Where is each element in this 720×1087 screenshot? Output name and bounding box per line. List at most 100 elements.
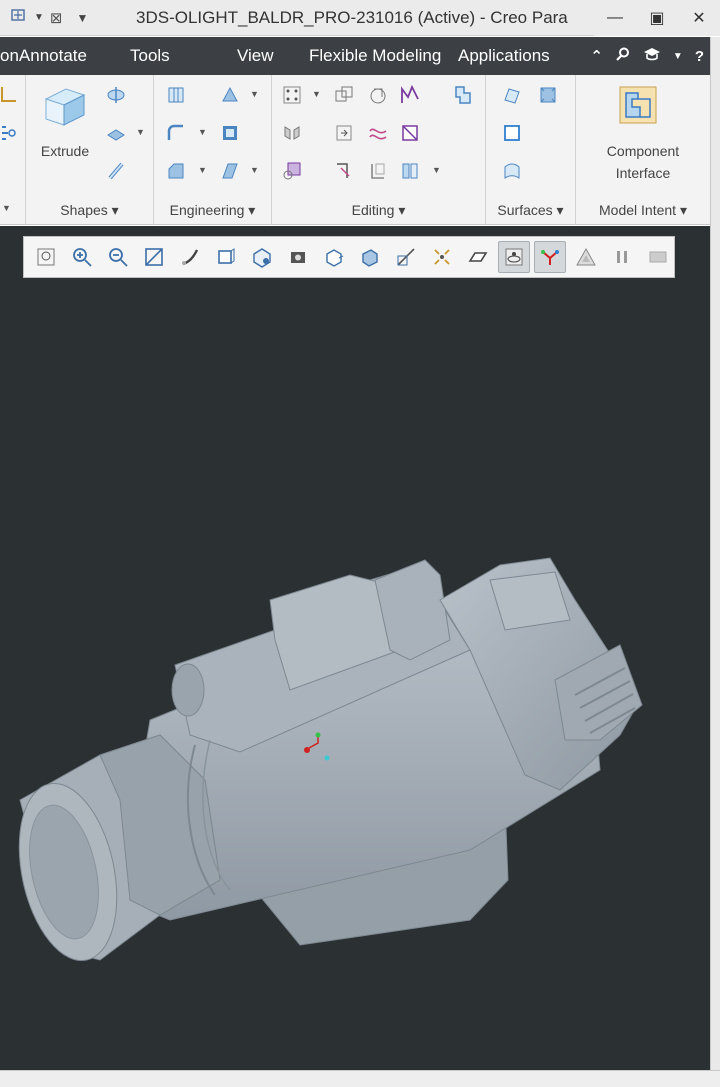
ribbon-group-surfaces: Surfaces ▾ bbox=[486, 75, 576, 225]
component-interface-label-line2[interactable]: Interface bbox=[580, 165, 706, 181]
zoom-in-icon[interactable] bbox=[66, 241, 98, 273]
camera-icon[interactable] bbox=[318, 241, 350, 273]
zoom-out-icon[interactable] bbox=[102, 241, 134, 273]
dropdown-icon[interactable]: ▼ bbox=[432, 165, 441, 175]
intersect-icon[interactable] bbox=[368, 123, 388, 143]
tab-view[interactable]: View bbox=[237, 46, 274, 66]
draft-icon[interactable] bbox=[220, 85, 240, 105]
section-icon[interactable] bbox=[354, 241, 386, 273]
close-window-icon[interactable]: ⊠ bbox=[50, 9, 63, 27]
ribbon-group-model-intent: Component Interface Model Intent ▾ bbox=[576, 75, 710, 225]
datum-display-icon[interactable] bbox=[426, 241, 458, 273]
dropdown-icon[interactable]: ▼ bbox=[2, 203, 11, 213]
display-style-icon[interactable] bbox=[282, 241, 314, 273]
freestyle-icon[interactable] bbox=[502, 161, 522, 181]
collapse-ribbon-icon[interactable]: ⌃ bbox=[590, 47, 603, 65]
group-label-model-intent[interactable]: Model Intent ▾ bbox=[576, 202, 710, 219]
extrude-icon[interactable] bbox=[40, 83, 90, 129]
refit-icon[interactable] bbox=[30, 241, 62, 273]
repaint-icon[interactable] bbox=[10, 7, 28, 28]
component-interface-label-line1[interactable]: Component bbox=[580, 143, 706, 159]
pattern-icon[interactable] bbox=[282, 85, 302, 105]
copy-geometry-icon[interactable] bbox=[334, 85, 354, 105]
extrude-button-label[interactable]: Extrude bbox=[30, 143, 100, 159]
y-axis-green bbox=[315, 732, 321, 738]
graphics-window[interactable] bbox=[0, 226, 710, 1070]
round-icon[interactable] bbox=[166, 123, 186, 143]
group-label-editing[interactable]: Editing ▾ bbox=[272, 202, 485, 219]
ribbon: ▼ Extrude ▼ Shapes ▾ ▼ ▼ ▼ ▼ Engineering… bbox=[0, 75, 710, 225]
tab-annotate[interactable]: onAnnotate bbox=[0, 46, 87, 66]
right-edge-panel bbox=[710, 37, 720, 1087]
minimize-button[interactable]: — bbox=[600, 9, 630, 27]
window-title: 3DS-OLIGHT_BALDR_PRO-231016 (Active) - C… bbox=[136, 8, 568, 27]
dropdown-icon[interactable]: ▼ bbox=[312, 89, 321, 99]
ribbon-group-editing: ▼ ▼ Editing ▾ bbox=[272, 75, 486, 225]
help-icon[interactable]: ? bbox=[695, 48, 704, 65]
dropdown-icon[interactable]: ▼ bbox=[673, 51, 683, 62]
rib-icon[interactable] bbox=[220, 161, 240, 181]
saved-orientations-icon[interactable] bbox=[210, 241, 242, 273]
dropdown-icon[interactable]: ▼ bbox=[250, 165, 259, 175]
customize-icon[interactable]: ▼ bbox=[76, 11, 88, 25]
spin-center-icon[interactable] bbox=[498, 241, 530, 273]
view-toolbar bbox=[23, 236, 675, 278]
component-interface-icon[interactable] bbox=[616, 83, 660, 127]
disabled-icon bbox=[642, 241, 674, 273]
ribbon-tabs: onAnnotate Tools View Flexible Modeling … bbox=[0, 37, 710, 75]
quick-access-toolbar: ▼ ⊠ ▼ bbox=[0, 0, 88, 36]
window-controls: — ▣ ✕ bbox=[594, 0, 720, 36]
chamfer-icon[interactable] bbox=[166, 161, 186, 181]
status-bar bbox=[0, 1070, 720, 1087]
tab-flexible-modeling[interactable]: Flexible Modeling bbox=[309, 46, 441, 66]
dropdown-icon[interactable]: ▼ bbox=[34, 12, 44, 23]
title-bar: ▼ ⊠ ▼ 3DS-OLIGHT_BALDR_PRO-231016 (Activ… bbox=[0, 0, 720, 36]
hole-icon[interactable] bbox=[166, 85, 186, 105]
project-icon[interactable] bbox=[334, 161, 354, 181]
view-manager-icon[interactable] bbox=[246, 241, 278, 273]
appearance-icon[interactable] bbox=[390, 241, 422, 273]
split-surface-icon[interactable] bbox=[400, 161, 420, 181]
z-axis-cyan bbox=[324, 755, 330, 761]
datum-points-icon[interactable] bbox=[0, 123, 20, 143]
datum-plane-icon[interactable] bbox=[0, 85, 20, 105]
flashlight-model[interactable] bbox=[0, 226, 710, 1070]
fill-surface-icon[interactable] bbox=[502, 85, 522, 105]
perspective-icon[interactable] bbox=[174, 241, 206, 273]
extend-icon[interactable] bbox=[452, 85, 472, 105]
shell-icon[interactable] bbox=[220, 123, 240, 143]
merge-icon[interactable] bbox=[368, 85, 388, 105]
group-label-engineering[interactable]: Engineering ▾ bbox=[154, 202, 271, 219]
boundary-blend-icon[interactable] bbox=[538, 85, 558, 105]
offset-icon[interactable] bbox=[334, 123, 354, 143]
group-label-surfaces[interactable]: Surfaces ▾ bbox=[486, 202, 575, 219]
csys-display-icon[interactable] bbox=[534, 241, 566, 273]
dropdown-icon[interactable]: ▼ bbox=[198, 127, 207, 137]
dropdown-icon[interactable]: ▼ bbox=[136, 127, 145, 137]
repaint-icon[interactable] bbox=[138, 241, 170, 273]
thicken-icon[interactable] bbox=[282, 161, 302, 181]
triangle-icon[interactable] bbox=[570, 241, 602, 273]
trim-icon[interactable] bbox=[400, 85, 420, 105]
search-icon[interactable] bbox=[615, 46, 631, 66]
help-center-icon[interactable] bbox=[643, 46, 661, 66]
mirror-icon[interactable] bbox=[282, 123, 302, 143]
solidify-icon[interactable] bbox=[400, 123, 420, 143]
tab-applications[interactable]: Applications bbox=[458, 46, 550, 66]
ribbon-right-controls: ⌃ ▼ ? bbox=[590, 37, 710, 75]
tab-tools[interactable]: Tools bbox=[130, 46, 170, 66]
blend-icon[interactable] bbox=[106, 161, 126, 181]
close-button[interactable]: ✕ bbox=[684, 8, 714, 28]
pause-icon[interactable] bbox=[606, 241, 638, 273]
sweep-icon[interactable] bbox=[106, 123, 126, 143]
revolve-icon[interactable] bbox=[106, 85, 126, 105]
dropdown-icon[interactable]: ▼ bbox=[198, 165, 207, 175]
annotation-display-icon[interactable] bbox=[462, 241, 494, 273]
group-label-shapes[interactable]: Shapes ▾ bbox=[26, 202, 153, 219]
maximize-button[interactable]: ▣ bbox=[642, 8, 672, 28]
dropdown-icon[interactable]: ▼ bbox=[250, 89, 259, 99]
ribbon-group-engineering: ▼ ▼ ▼ ▼ Engineering ▾ bbox=[154, 75, 272, 225]
wrap-icon[interactable] bbox=[368, 161, 388, 181]
ribbon-group-datum: ▼ bbox=[0, 75, 26, 225]
style-icon[interactable] bbox=[502, 123, 522, 143]
